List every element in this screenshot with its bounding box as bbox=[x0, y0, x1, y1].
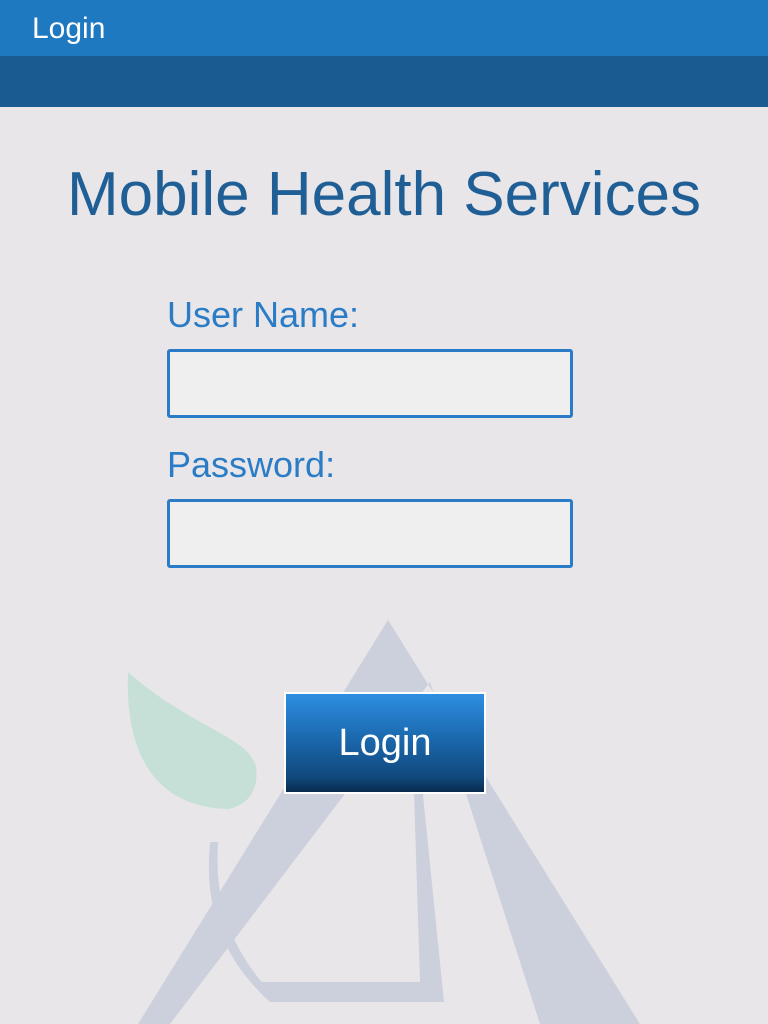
app-title: Mobile Health Services bbox=[66, 160, 702, 229]
username-input[interactable] bbox=[167, 349, 573, 418]
login-button[interactable]: Login bbox=[284, 692, 486, 794]
window-title: Login bbox=[32, 12, 106, 45]
username-label: User Name: bbox=[167, 294, 360, 335]
watermark-triangle bbox=[138, 620, 640, 1024]
action-bar bbox=[0, 56, 768, 107]
password-label: Password: bbox=[167, 444, 336, 485]
password-input[interactable] bbox=[167, 499, 573, 568]
watermark-leaf bbox=[127, 672, 257, 809]
title-bar: Login bbox=[0, 0, 768, 56]
login-panel: Mobile Health Services User Name: Passwo… bbox=[0, 107, 768, 1024]
